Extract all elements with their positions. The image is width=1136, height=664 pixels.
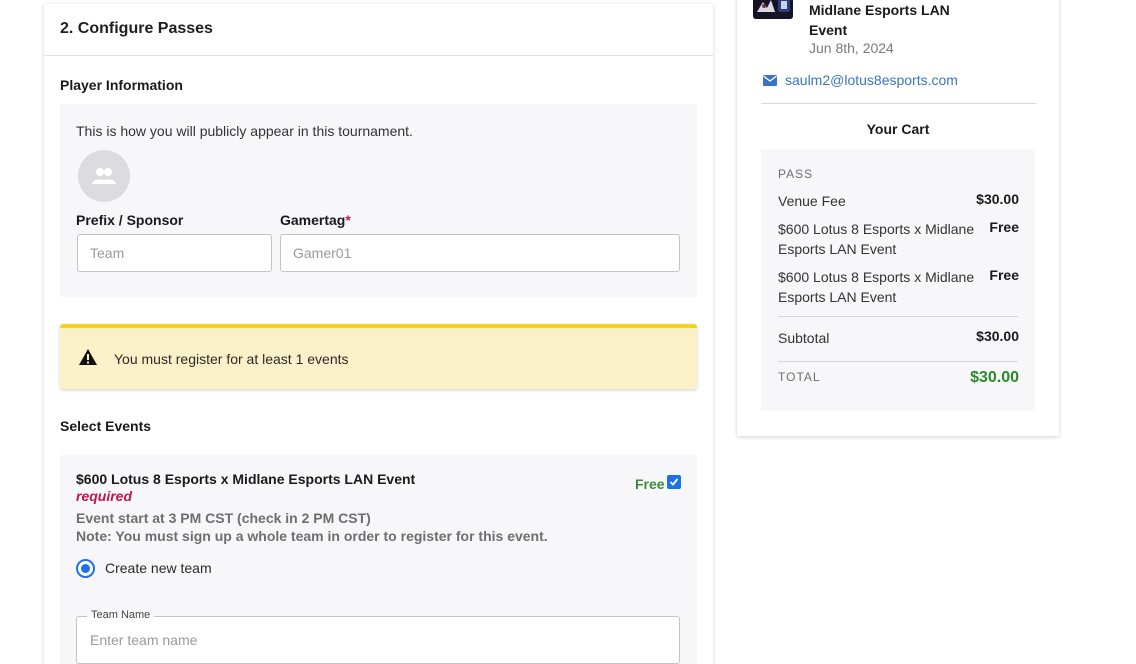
event-start-line: Event start at 3 PM CST (check in 2 PM C…	[76, 510, 371, 526]
prefix-label: Prefix / Sponsor	[76, 212, 184, 228]
team-name-field: Team Name	[76, 609, 680, 664]
required-asterisk: *	[345, 212, 351, 228]
subtotal-value: $30.00	[976, 328, 1019, 344]
total-value: $30.00	[970, 369, 1019, 386]
cart-item-price: Free	[989, 219, 1019, 235]
gamertag-input[interactable]	[280, 234, 680, 272]
warning-text: You must register for at least 1 events	[114, 351, 349, 367]
people-icon	[92, 168, 116, 184]
event-logo-icon	[753, 0, 793, 19]
email-row[interactable]: saulm2@lotus8esports.com	[763, 72, 958, 88]
create-new-team-label[interactable]: Create new team	[105, 560, 212, 576]
event-logo	[753, 0, 793, 19]
email-text[interactable]: saulm2@lotus8esports.com	[785, 72, 958, 88]
envelope-icon	[763, 74, 777, 86]
cart-item-price: Free	[989, 267, 1019, 283]
team-name-input[interactable]	[77, 617, 679, 663]
select-events-heading: Select Events	[60, 418, 152, 434]
cart-item-price: $30.00	[976, 191, 1019, 207]
avatar[interactable]	[78, 150, 130, 202]
warning-triangle-icon	[79, 349, 97, 365]
sidebar-divider	[761, 103, 1036, 104]
player-information-box: This is how you will publicly appear in …	[60, 104, 697, 297]
card-header: 2. Configure Passes	[44, 4, 713, 56]
event-checkbox[interactable]	[667, 475, 681, 489]
create-new-team-radio[interactable]	[76, 559, 95, 578]
cart-title: Your Cart	[866, 121, 930, 137]
cart-divider	[778, 361, 1018, 362]
gamertag-label-text: Gamertag	[280, 212, 346, 228]
player-description: This is how you will publicly appear in …	[76, 123, 413, 139]
cart-item-name: $600 Lotus 8 Esports x Midlane Esports L…	[778, 269, 975, 305]
gamertag-label: Gamertag*	[280, 212, 351, 228]
cart-divider	[778, 316, 1018, 317]
checkmark-icon	[669, 478, 679, 486]
event-title: $600 Lotus 8 Esports x Midlane Esports L…	[76, 471, 416, 487]
cart-summary: PASS Venue Fee $30.00 $600 Lotus 8 Espor…	[761, 149, 1035, 411]
cart-sidebar: Midlane Esports LAN Event Jun 8th, 2024 …	[737, 0, 1059, 436]
radio-selected-dot	[81, 564, 90, 573]
total-label: TOTAL	[778, 370, 821, 384]
event-name[interactable]: Midlane Esports LAN Event	[809, 0, 969, 40]
section-title: 2. Configure Passes	[60, 20, 213, 37]
event-option: $600 Lotus 8 Esports x Midlane Esports L…	[60, 455, 697, 664]
subtotal-label: Subtotal	[778, 330, 830, 346]
cart-item-name: $600 Lotus 8 Esports x Midlane Esports L…	[778, 221, 975, 257]
prefix-input[interactable]	[77, 234, 272, 272]
cart-pass-label: PASS	[778, 167, 814, 181]
cart-item-name: Venue Fee	[778, 193, 846, 209]
event-required-label: required	[76, 488, 133, 504]
event-date: Jun 8th, 2024	[809, 40, 894, 56]
player-information-heading: Player Information	[60, 77, 183, 93]
event-price: Free	[635, 476, 665, 492]
configure-passes-card: 2. Configure Passes Player Information T…	[44, 4, 713, 664]
event-note-line: Note: You must sign up a whole team in o…	[76, 528, 548, 544]
warning-banner: You must register for at least 1 events	[60, 324, 697, 389]
